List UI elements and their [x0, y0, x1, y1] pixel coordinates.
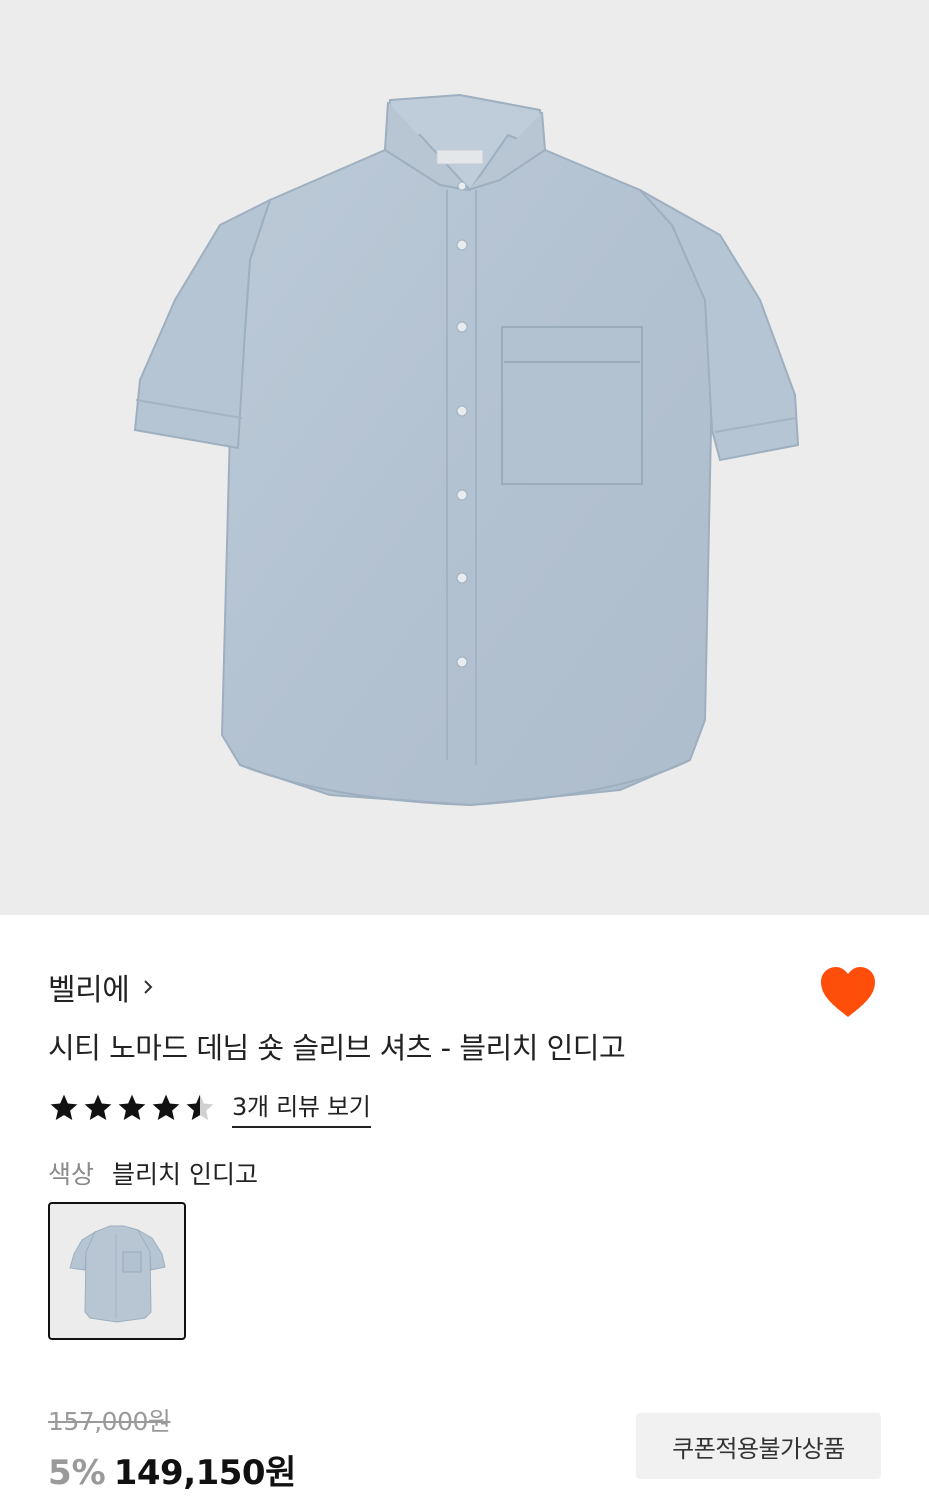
product-image[interactable] — [0, 0, 929, 915]
review-link[interactable]: 3개 리뷰 보기 — [232, 1087, 371, 1128]
sale-price: 149,150원 — [113, 1453, 297, 1493]
product-info: 벨리에 시티 노마드 데님 숏 슬리브 셔츠 - 블리치 인디고 3개 리뷰 보… — [0, 915, 929, 1500]
chevron-right-icon — [144, 980, 153, 994]
product-title: 시티 노마드 데님 숏 슬리브 셔츠 - 블리치 인디고 — [48, 1031, 626, 1065]
brand-name: 벨리에 — [48, 973, 130, 1008]
price-row: 5% 149,150원 — [48, 1445, 296, 1494]
star-rating — [48, 1092, 216, 1124]
coupon-unavailable-badge: 쿠폰적용불가상품 — [636, 1413, 881, 1479]
shirt-illustration — [133, 93, 800, 807]
star-icon — [152, 1094, 180, 1120]
star-half-icon — [186, 1094, 214, 1120]
star-icon — [118, 1094, 146, 1120]
color-row: 색상 블리치 인디고 — [48, 1155, 258, 1191]
brand-link[interactable]: 벨리에 — [48, 965, 157, 1009]
star-icon — [50, 1094, 78, 1120]
discount-rate: 5% — [48, 1453, 106, 1493]
star-icon — [84, 1094, 112, 1120]
color-value: 블리치 인디고 — [112, 1160, 258, 1189]
color-swatch-selected[interactable] — [48, 1202, 186, 1340]
swatch-thumbnail — [69, 1225, 166, 1323]
rating-row: 3개 리뷰 보기 — [48, 1087, 371, 1128]
original-price: 157,000원 — [48, 1407, 171, 1436]
color-label: 색상 — [48, 1160, 95, 1189]
heart-icon[interactable] — [819, 965, 877, 1019]
